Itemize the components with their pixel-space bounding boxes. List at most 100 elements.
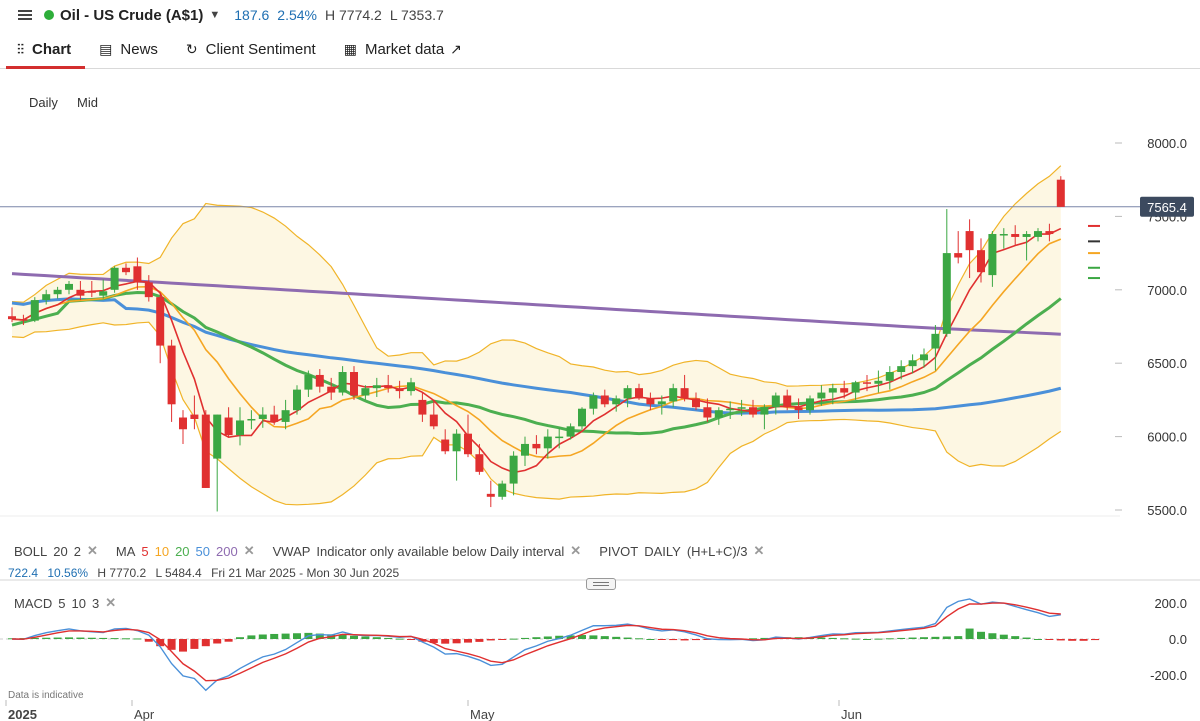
candle-body	[1011, 234, 1020, 237]
candle-body	[760, 407, 769, 415]
candle-body	[646, 398, 655, 405]
remove-macd-icon[interactable]: ✕	[105, 595, 116, 611]
macd-histogram-bar	[133, 638, 142, 640]
candle-body	[76, 289, 85, 296]
macd-y-tick-label: -200.0	[1150, 668, 1187, 683]
macd-histogram-bar	[384, 637, 393, 639]
candle-body	[361, 388, 370, 396]
macd-histogram-bar	[395, 638, 404, 640]
macd-histogram-bar	[920, 637, 928, 639]
macd-histogram-bar	[76, 637, 85, 639]
macd-histogram-bar	[1011, 636, 1020, 639]
range-value: 722.4	[8, 566, 39, 580]
x-tick-label: Jun	[841, 707, 862, 721]
candle-body	[293, 389, 301, 411]
macd-histogram-bar	[144, 639, 153, 642]
candle-body	[179, 417, 187, 430]
macd-histogram-bar	[190, 639, 199, 649]
candle-body	[999, 234, 1008, 236]
candle-body	[258, 414, 267, 419]
macd-histogram-bar	[635, 638, 643, 640]
range-low: L 5484.4	[155, 566, 202, 580]
candle-body	[144, 282, 153, 298]
candle-body	[498, 483, 507, 497]
candle-body	[224, 417, 233, 436]
macd-histogram-bar	[247, 635, 256, 639]
candle-body	[30, 300, 39, 321]
candle-body	[543, 436, 552, 449]
candle-body	[555, 436, 564, 439]
candle-body	[475, 454, 484, 472]
candle-body	[851, 382, 860, 393]
macd-histogram-bar	[122, 638, 130, 640]
candle-body	[726, 408, 735, 411]
macd-histogram-bar	[988, 633, 997, 639]
macd-histogram-bar	[1034, 639, 1042, 640]
candle-body	[407, 382, 415, 392]
macd-histogram-bar	[612, 636, 621, 639]
candle-body	[190, 414, 199, 419]
disclaimer: Data is indicative	[8, 690, 84, 701]
candle-body	[247, 418, 256, 421]
candle-body	[201, 414, 210, 488]
remove-ma-icon[interactable]: ✕	[244, 543, 255, 559]
candle-body	[623, 388, 632, 399]
macd-histogram-bar	[965, 628, 974, 639]
price-chart[interactable]: 8000.07500.07000.06500.06000.05500.07565…	[0, 0, 1200, 721]
candle-body	[1045, 231, 1054, 235]
candle-body	[270, 414, 279, 422]
remove-vwap-icon[interactable]: ✕	[570, 543, 581, 559]
remove-boll-icon[interactable]: ✕	[87, 543, 98, 559]
macd-histogram-bar	[475, 639, 484, 642]
macd-histogram-bar	[532, 637, 541, 639]
macd-histogram-bar	[657, 639, 666, 640]
candle-body	[8, 316, 16, 320]
candle-body	[486, 493, 495, 497]
macd-histogram-bar	[851, 638, 860, 640]
candle-body	[452, 433, 461, 452]
candle-body	[840, 388, 849, 393]
macd-signal: 3	[91, 595, 100, 611]
pivot-label: PIVOT	[599, 543, 639, 559]
vwap-note: Indicator only available below Daily int…	[316, 543, 565, 559]
candle-body	[874, 380, 883, 384]
macd-histogram-bar	[42, 637, 51, 639]
ma-5: 5	[141, 543, 149, 559]
candle-body	[680, 388, 689, 399]
candle-body	[897, 366, 906, 373]
macd-histogram-bar	[521, 637, 529, 639]
candle-body	[749, 407, 757, 415]
candle-body	[236, 420, 244, 436]
candle-body	[133, 266, 142, 283]
macd-histogram-bar	[692, 639, 700, 641]
candle-body	[1034, 231, 1042, 237]
macd-histogram-bar	[977, 631, 985, 639]
macd-legend: MACD 5 10 3 ✕	[14, 595, 134, 611]
macd-y-tick-label: 200.0	[1154, 596, 1187, 611]
range-high: H 7770.2	[97, 566, 147, 580]
macd-histogram-bar	[509, 638, 518, 640]
macd-histogram-bar	[372, 637, 381, 639]
candle-body	[156, 297, 165, 346]
pane-resize-handle[interactable]	[586, 578, 616, 590]
candle-body	[931, 333, 940, 349]
candle-body	[167, 345, 176, 405]
candle-body	[806, 398, 814, 411]
macd-histogram-bar	[53, 637, 62, 639]
macd-histogram-bar	[680, 639, 689, 641]
candle-body	[600, 395, 609, 405]
macd-histogram-bar	[464, 639, 472, 643]
macd-histogram-bar	[87, 637, 96, 639]
candle-body	[429, 414, 438, 427]
macd-histogram-bar	[1022, 637, 1031, 639]
candle-body	[521, 443, 529, 456]
candle-body	[384, 385, 393, 389]
macd-histogram-bar	[201, 639, 210, 647]
ma-10: 10	[154, 543, 170, 559]
boll-label: BOLL	[14, 543, 48, 559]
macd-histogram-bar	[885, 638, 894, 640]
remove-pivot-icon[interactable]: ✕	[754, 543, 765, 559]
y-tick-label: 8000.0	[1147, 136, 1187, 151]
range-period: Fri 21 Mar 2025 - Mon 30 Jun 2025	[211, 566, 400, 580]
candle-body	[338, 372, 347, 393]
